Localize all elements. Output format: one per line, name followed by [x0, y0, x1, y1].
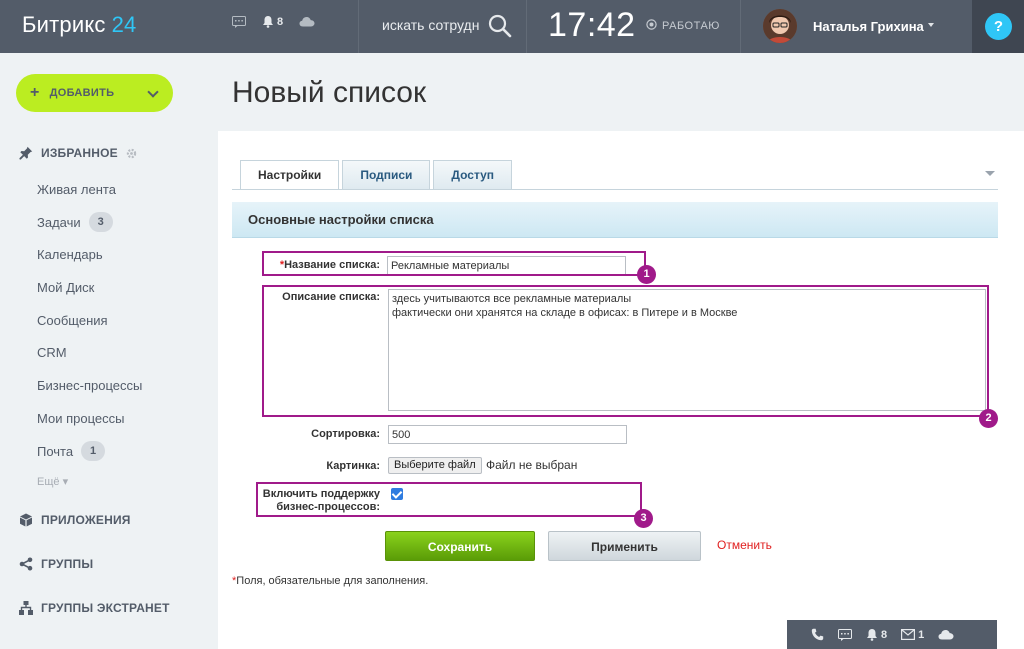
required-note-text: Поля, обязательные для заполнения.: [236, 575, 429, 587]
section-header: Основные настройки списка: [232, 202, 998, 238]
cloud-icon[interactable]: [299, 16, 315, 27]
annotation-badge: 3: [634, 509, 653, 528]
logo-number: 24: [111, 12, 137, 37]
choose-file-button[interactable]: Выберите файл: [388, 457, 482, 474]
sidebar-item-label: Задачи: [37, 214, 81, 230]
sidebar-item-label: Мой Диск: [37, 280, 95, 295]
highlight-box: [262, 285, 989, 417]
top-bar: Битрикс 24 8 искать сотрудни 17:42 РАБОТА…: [0, 0, 1024, 53]
sidebar-section-extranet[interactable]: ГРУППЫ ЭКСТРАНЕТ: [19, 601, 170, 615]
sidebar-more-label: Ещё: [37, 476, 60, 488]
count-badge: 3: [88, 212, 113, 232]
image-label: Картинка:: [326, 460, 380, 472]
favorites-label: ИЗБРАННОЕ: [41, 146, 118, 160]
sort-input[interactable]: [388, 425, 627, 444]
cube-icon: [19, 513, 33, 527]
logo-text: Битрикс: [22, 12, 106, 37]
sidebar-item-live-feed[interactable]: Живая лента: [37, 182, 116, 197]
sidebar-item-label: Живая лента: [37, 182, 116, 197]
sidebar-section-label: ГРУППЫ ЭКСТРАНЕТ: [41, 601, 170, 615]
sidebar-item-label: Бизнес-процессы: [37, 378, 143, 393]
top-separator: [740, 0, 741, 53]
logo[interactable]: Битрикс 24: [22, 12, 136, 38]
annotation-badge: 2: [979, 409, 998, 428]
top-separator: [358, 0, 359, 53]
chat-icon[interactable]: [838, 628, 852, 641]
tabs: Настройки Подписи Доступ: [240, 160, 513, 190]
notifications-count: 8: [881, 628, 888, 641]
sort-label: Сортировка:: [311, 428, 380, 440]
apply-button[interactable]: Применить: [548, 531, 701, 561]
tabs-menu-arrow-icon[interactable]: [985, 171, 995, 176]
chevron-down-icon: [147, 86, 159, 98]
top-separator: [526, 0, 527, 53]
help-area: ?: [972, 0, 1024, 53]
work-status[interactable]: РАБОТАЮ: [646, 19, 720, 33]
sidebar-item-crm[interactable]: CRM: [37, 345, 67, 360]
add-button-label: ДОБАВИТЬ: [49, 87, 115, 99]
mail-icon[interactable]: 1: [901, 629, 924, 641]
sidebar-section-groups[interactable]: ГРУППЫ: [19, 557, 93, 571]
notifications-count: 8: [277, 15, 284, 28]
add-button[interactable]: + ДОБАВИТЬ: [16, 74, 173, 112]
share-icon: [19, 557, 33, 571]
user-name[interactable]: Наталья Грихина: [813, 19, 924, 34]
sidebar-section-apps[interactable]: ПРИЛОЖЕНИЯ: [19, 513, 131, 527]
bell-icon[interactable]: 8: [866, 628, 887, 641]
sidebar-item-label: Почта: [37, 443, 74, 459]
search-icon[interactable]: [487, 13, 513, 44]
sidebar-more-link[interactable]: Ещё ▾: [37, 475, 68, 488]
avatar[interactable]: [763, 9, 797, 43]
pin-icon: [19, 146, 33, 160]
annotation-badge: 1: [637, 265, 656, 284]
search-input[interactable]: искать сотрудни: [382, 17, 480, 33]
sidebar-item-label: Календарь: [37, 247, 103, 262]
chevron-down-icon[interactable]: [928, 23, 934, 27]
gear-icon[interactable]: [126, 148, 137, 159]
bottom-bar: 8 1: [787, 620, 997, 649]
sidebar-item-label: CRM: [37, 345, 67, 360]
chat-icon[interactable]: [232, 15, 246, 28]
sidebar-item-messages[interactable]: Сообщения: [37, 313, 108, 328]
sidebar-item-tasks[interactable]: Задачи 3: [37, 212, 113, 232]
tab-settings[interactable]: Настройки: [240, 160, 340, 190]
work-status-label: РАБОТАЮ: [662, 20, 720, 32]
highlight-box: [262, 251, 646, 276]
sidebar-section-label: ПРИЛОЖЕНИЯ: [41, 513, 131, 527]
page-title: Новый список: [232, 76, 427, 109]
save-button[interactable]: Сохранить: [385, 531, 535, 561]
tab-captions[interactable]: Подписи: [342, 160, 431, 189]
sidebar-item-disk[interactable]: Мой Диск: [37, 280, 94, 295]
highlight-box: [256, 482, 642, 517]
sidebar-section-label: ГРУППЫ: [41, 557, 94, 571]
sidebar-item-business-processes[interactable]: Бизнес-процессы: [37, 378, 142, 393]
sitemap-icon: [19, 601, 33, 615]
sidebar-item-label: Мои процессы: [37, 411, 125, 426]
tabs-divider: [232, 189, 998, 190]
top-icons: 8: [232, 15, 315, 28]
required-fields-note: *Поля, обязательные для заполнения.: [232, 575, 428, 587]
plus-icon: +: [30, 84, 40, 101]
record-icon: [646, 19, 657, 33]
clock[interactable]: 17:42: [548, 6, 636, 45]
file-status: Файл не выбран: [486, 458, 578, 472]
sidebar-item-calendar[interactable]: Календарь: [37, 247, 103, 262]
phone-icon[interactable]: [811, 628, 824, 641]
mail-count: 1: [918, 628, 925, 641]
sidebar-item-my-processes[interactable]: Мои процессы: [37, 411, 124, 426]
favorites-title[interactable]: ИЗБРАННОЕ: [19, 146, 137, 160]
cloud-icon[interactable]: [938, 629, 954, 640]
help-button[interactable]: ?: [985, 13, 1012, 40]
cancel-link[interactable]: Отменить: [717, 538, 772, 552]
bell-icon[interactable]: 8: [262, 15, 283, 28]
sidebar-item-mail[interactable]: Почта 1: [37, 441, 106, 461]
sidebar-item-label: Сообщения: [37, 313, 108, 328]
tab-access[interactable]: Доступ: [433, 160, 513, 189]
count-badge: 1: [81, 441, 106, 461]
